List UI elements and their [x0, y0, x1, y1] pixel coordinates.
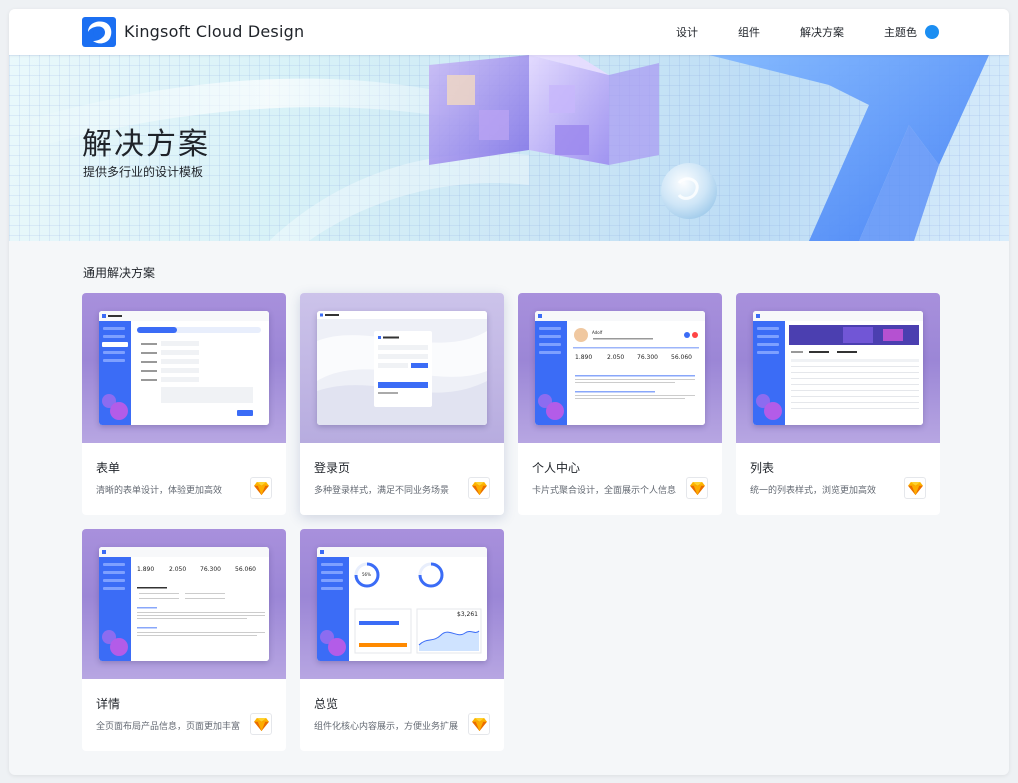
card-thumbnail — [300, 293, 504, 443]
stat-3: 76.300 — [200, 566, 221, 573]
card-list[interactable]: 列表 统一的列表样式，浏览更加高效 — [736, 293, 940, 515]
stat-4: 56.060 — [235, 566, 256, 573]
card-thumbnail: 1.890 2.050 76.300 56.060 — [82, 529, 286, 679]
card-description: 全页面布局产品信息，页面更加丰富 — [96, 722, 241, 732]
card-overview[interactable]: 56% $3,261 总览 组件化核心内容展示，方便业务扩展 — [300, 529, 504, 751]
overview-amount: $3,261 — [457, 611, 478, 618]
hero-subtitle: 提供多行业的设计模板 — [83, 165, 204, 179]
theme-color-swatch[interactable] — [925, 25, 939, 39]
card-description: 清晰的表单设计，体验更加高效 — [96, 486, 223, 496]
sketch-icon[interactable] — [904, 477, 926, 499]
sketch-icon[interactable] — [686, 477, 708, 499]
card-title: 个人中心 — [532, 461, 581, 475]
nav-solutions[interactable]: 解决方案 — [800, 24, 844, 40]
card-thumbnail: Adolf 1.890 2.050 76.300 56.060 — [518, 293, 722, 443]
list-preview — [753, 311, 923, 425]
card-thumbnail — [736, 293, 940, 443]
card-thumbnail — [82, 293, 286, 443]
nav-components-label: 组件 — [738, 26, 760, 39]
stat-1: 1.890 — [137, 566, 155, 573]
nav-components[interactable]: 组件 — [738, 24, 760, 40]
sketch-icon[interactable] — [468, 713, 490, 735]
card-title: 总览 — [314, 697, 339, 711]
sketch-icon[interactable] — [250, 477, 272, 499]
card-description: 组件化核心内容展示，方便业务扩展 — [314, 722, 459, 732]
stat-2: 2.050 — [169, 566, 187, 573]
card-title: 列表 — [750, 461, 775, 475]
section-title: 通用解决方案 — [83, 266, 156, 280]
nav-solutions-label: 解决方案 — [800, 26, 844, 39]
profile-name: Adolf — [592, 330, 603, 335]
card-detail[interactable]: 1.890 2.050 76.300 56.060 详情 全页面布局产品信息，页… — [82, 529, 286, 751]
login-preview — [317, 311, 487, 425]
hero-title: 解决方案 — [82, 127, 210, 162]
card-description: 多种登录样式，满足不同业务场景 — [314, 486, 450, 496]
card-login[interactable]: 登录页 多种登录样式，满足不同业务场景 — [300, 293, 504, 515]
kingsoft-logo-icon[interactable] — [82, 17, 116, 47]
hero-banner: 解决方案 提供多行业的设计模板 — [9, 55, 1009, 241]
card-profile[interactable]: Adolf 1.890 2.050 76.300 56.060 个人中心 卡片式… — [518, 293, 722, 515]
page-frame: Kingsoft Cloud Design 设计 组件 解决方案 主题色 解决方… — [9, 9, 1009, 775]
nav-theme-label: 主题色 — [884, 26, 917, 39]
main-nav: 设计 组件 解决方案 主题色 — [636, 9, 939, 55]
stat-1: 1.890 — [575, 354, 593, 361]
card-thumbnail: 56% $3,261 — [300, 529, 504, 679]
card-title: 登录页 — [314, 461, 351, 475]
sketch-icon[interactable] — [468, 477, 490, 499]
overview-percent: 56% — [362, 572, 371, 577]
card-title: 表单 — [96, 461, 121, 475]
form-preview — [99, 311, 269, 425]
stat-4: 56.060 — [671, 354, 692, 361]
profile-preview: Adolf 1.890 2.050 76.300 56.060 — [535, 311, 705, 425]
card-description: 卡片式聚合设计，全面展示个人信息 — [532, 486, 677, 496]
overview-preview: 56% $3,261 — [317, 547, 487, 661]
card-form[interactable]: 表单 清晰的表单设计，体验更加高效 — [82, 293, 286, 515]
brand-name[interactable]: Kingsoft Cloud Design — [124, 22, 304, 41]
nav-design[interactable]: 设计 — [676, 24, 698, 40]
nav-theme-color[interactable]: 主题色 — [884, 24, 939, 40]
card-description: 统一的列表样式，浏览更加高效 — [750, 486, 877, 496]
stat-2: 2.050 — [607, 354, 625, 361]
detail-preview: 1.890 2.050 76.300 56.060 — [99, 547, 269, 661]
stat-3: 76.300 — [637, 354, 658, 361]
top-header: Kingsoft Cloud Design 设计 组件 解决方案 主题色 — [9, 9, 1009, 55]
card-title: 详情 — [96, 697, 121, 711]
nav-design-label: 设计 — [676, 26, 698, 39]
sketch-icon[interactable] — [250, 713, 272, 735]
